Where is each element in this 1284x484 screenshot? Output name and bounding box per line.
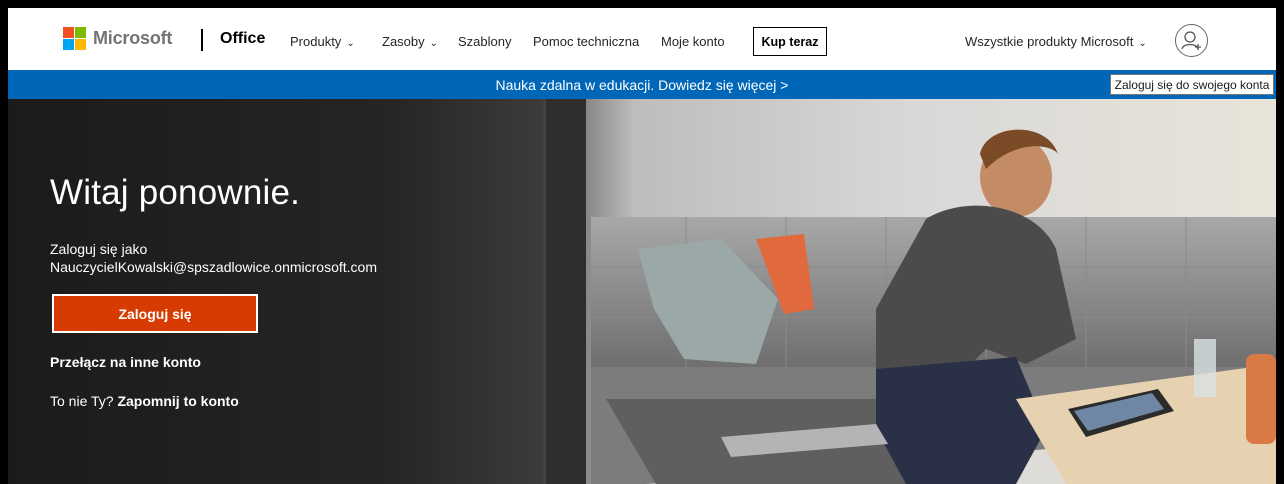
welcome-title: Witaj ponownie. <box>50 173 301 212</box>
forget-account-link[interactable]: Zapomnij to konto <box>117 393 238 409</box>
chevron-down-icon: ⌄ <box>346 38 355 49</box>
screenshot-frame: Microsoft Office Produkty ⌄ Zasoby ⌄ Szabl… <box>0 0 1284 484</box>
header-divider <box>201 29 203 51</box>
all-products-label: Wszystkie produkty Microsoft <box>965 34 1134 49</box>
hero-photo <box>546 99 1276 484</box>
nav-label: Zasoby <box>382 34 425 49</box>
office-link[interactable]: Office <box>220 30 265 48</box>
page: Microsoft Office Produkty ⌄ Zasoby ⌄ Szabl… <box>8 8 1276 484</box>
brand-name: Microsoft <box>93 28 173 48</box>
chevron-down-icon: ⌄ <box>429 38 439 49</box>
microsoft-logo[interactable]: Microsoft <box>63 27 172 50</box>
signin-as-label: Zaloguj się jako <box>50 241 148 257</box>
nav-zasoby[interactable]: Zasoby ⌄ <box>382 34 438 49</box>
nav-label: Produkty <box>290 34 342 49</box>
account-add-icon[interactable] <box>1175 24 1208 57</box>
not-you-prefix: To nie Ty? <box>50 393 114 409</box>
nav-moje-konto[interactable]: Moje konto <box>661 34 725 49</box>
promo-banner[interactable]: Nauka zdalna w edukacji. Dowiedz się wię… <box>8 70 1276 99</box>
signin-tooltip: Zaloguj się do swojego konta <box>1110 74 1274 95</box>
promo-banner-link[interactable]: Nauka zdalna w edukacji. Dowiedz się wię… <box>8 77 1276 93</box>
site-header: Microsoft Office Produkty ⌄ Zasoby ⌄ Szabl… <box>8 8 1276 70</box>
buy-now-button[interactable]: Kup teraz <box>753 27 827 56</box>
nav-pomoc-techniczna[interactable]: Pomoc techniczna <box>533 34 639 49</box>
switch-account-link[interactable]: Przełącz na inne konto <box>50 354 201 370</box>
nav-produkty[interactable]: Produkty ⌄ <box>290 34 355 49</box>
nav-szablony[interactable]: Szablony <box>458 34 511 49</box>
chevron-down-icon: ⌄ <box>1138 38 1147 49</box>
hero-section: Witaj ponownie. Zaloguj się jako Nauczyc… <box>8 99 1276 484</box>
account-email: NauczycielKowalski@spszadlowice.onmicros… <box>50 259 377 275</box>
microsoft-logo-icon <box>63 27 86 50</box>
not-you-text: To nie Ty? Zapomnij to konto <box>50 393 239 409</box>
all-microsoft-products-menu[interactable]: Wszystkie produkty Microsoft ⌄ <box>965 34 1147 49</box>
signin-button[interactable]: Zaloguj się <box>52 294 258 333</box>
